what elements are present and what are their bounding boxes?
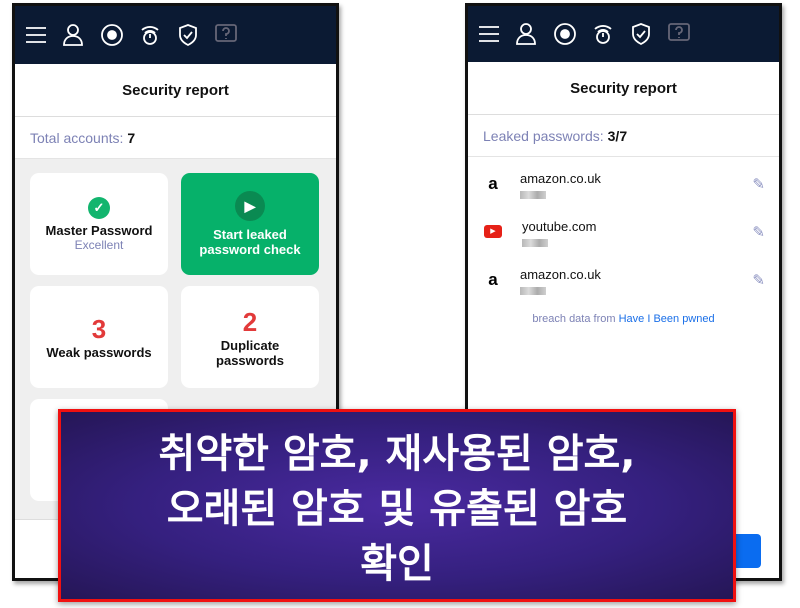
blurred-username: [520, 191, 546, 199]
list-item[interactable]: a amazon.co.uk ✎: [468, 161, 779, 209]
caption-line-2: 오래된 암호 및 유출된 암호: [166, 486, 628, 532]
total-label: Total accounts:: [30, 129, 124, 146]
menu-icon[interactable]: [23, 22, 49, 48]
page-title: Security report: [15, 64, 336, 117]
total-value: 7: [127, 129, 136, 146]
page-title: Security report: [468, 62, 779, 115]
dashboard-icon[interactable]: [552, 21, 578, 47]
duplicate-count: 2: [242, 306, 258, 337]
total-accounts: Total accounts: 7: [15, 117, 336, 159]
check-icon: ✓: [88, 196, 110, 219]
dashboard-icon[interactable]: [99, 22, 125, 48]
caption-line-1: 취약한 암호, 재사용된 암호,: [158, 431, 636, 477]
card-label: Duplicate passwords: [216, 337, 284, 368]
amazon-logo-icon: a: [488, 174, 498, 193]
user-icon[interactable]: [514, 21, 540, 47]
weak-count: 3: [91, 314, 107, 344]
site-name: amazon.co.uk: [520, 267, 601, 282]
help-icon[interactable]: [213, 22, 239, 48]
youtube-logo-icon: ▶: [484, 225, 502, 238]
leaked-value: 3/7: [607, 127, 628, 144]
timer-icon[interactable]: [590, 21, 616, 47]
site-name: youtube.com: [522, 219, 597, 234]
caption-banner: 취약한 암호, 재사용된 암호, 오래된 암호 및 유출된 암호 확인: [58, 409, 736, 602]
start-leak-check-button[interactable]: ▶ Start leaked password check: [181, 173, 319, 275]
site-name: amazon.co.uk: [520, 171, 601, 186]
card-label: Weak passwords: [46, 345, 152, 360]
timer-icon[interactable]: [137, 22, 163, 48]
nav-bar: [468, 6, 779, 62]
menu-icon[interactable]: [476, 21, 502, 47]
help-icon[interactable]: [666, 21, 692, 47]
weak-passwords-card[interactable]: 3 Weak passwords: [30, 286, 168, 388]
master-password-card[interactable]: ✓ Master Password Excellent: [30, 173, 168, 275]
amazon-logo-icon: a: [488, 270, 498, 289]
list-item[interactable]: a amazon.co.uk ✎: [468, 257, 779, 305]
card-status: Excellent: [74, 237, 124, 252]
shield-check-icon[interactable]: [175, 22, 201, 48]
leaked-list: a amazon.co.uk ✎ ▶ youtube.com ✎ a amazo…: [468, 157, 779, 325]
edit-icon[interactable]: ✎: [752, 223, 765, 241]
leaked-passwords: Leaked passwords: 3/7: [468, 115, 779, 157]
user-icon[interactable]: [61, 22, 87, 48]
footer-text: breach data from: [532, 313, 616, 325]
leaked-label: Leaked passwords:: [483, 127, 604, 144]
blurred-username: [522, 239, 548, 247]
list-item[interactable]: ▶ youtube.com ✎: [468, 209, 779, 257]
hibp-link[interactable]: Have I Been pwned: [619, 313, 715, 325]
shield-check-icon[interactable]: [628, 21, 654, 47]
play-icon: ▶: [235, 191, 265, 221]
nav-bar: [15, 6, 336, 64]
edit-icon[interactable]: ✎: [752, 271, 765, 289]
breach-source: breach data from Have I Been pwned: [468, 313, 779, 325]
card-label: Master Password: [45, 222, 153, 238]
card-label: Start leaked password check: [199, 227, 301, 257]
caption-line-3: 확인: [360, 541, 434, 587]
duplicate-passwords-card[interactable]: 2 Duplicate passwords: [181, 286, 319, 388]
edit-icon[interactable]: ✎: [752, 175, 765, 193]
blurred-username: [520, 287, 546, 295]
